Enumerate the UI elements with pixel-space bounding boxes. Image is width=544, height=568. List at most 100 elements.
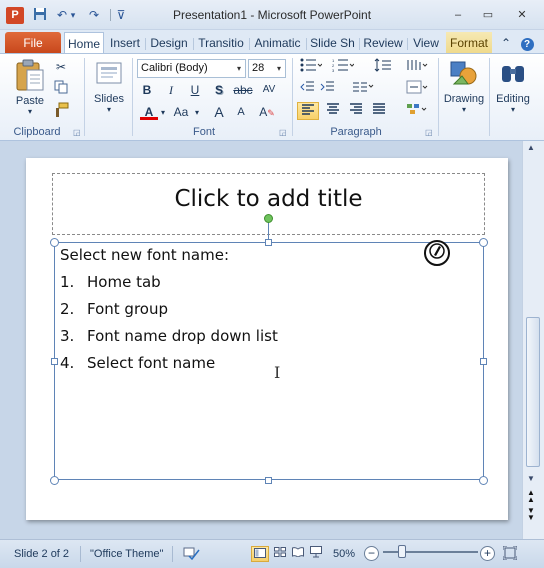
copy-icon[interactable] xyxy=(52,80,70,98)
zoom-level[interactable]: 50% xyxy=(333,548,355,560)
rotation-handle[interactable] xyxy=(264,214,273,223)
maximize-button[interactable]: ▭ xyxy=(476,6,500,24)
title-placeholder-text[interactable]: Click to add title xyxy=(52,186,485,212)
previous-slide-icon[interactable]: ▲ ▲ xyxy=(527,489,535,504)
normal-view-button[interactable] xyxy=(251,546,269,562)
paste-options-icon[interactable] xyxy=(424,240,450,266)
resize-handle-bottom-left[interactable] xyxy=(50,476,59,485)
editing-dropdown-icon[interactable]: ▾ xyxy=(491,105,535,114)
tab-file[interactable]: File xyxy=(5,32,61,54)
list-item-text: Font name drop down list xyxy=(87,327,278,345)
columns-button[interactable] xyxy=(350,80,376,98)
align-left-button[interactable] xyxy=(297,102,319,120)
bullets-button[interactable] xyxy=(298,58,324,76)
resize-handle-bottom[interactable] xyxy=(265,477,272,484)
slides-button[interactable]: Slides ▾ xyxy=(89,58,129,114)
justify-button[interactable] xyxy=(368,102,390,120)
resize-handle-top-left[interactable] xyxy=(50,238,59,247)
line-spacing-button[interactable] xyxy=(372,58,398,76)
paragraph-launcher-icon[interactable]: ◲ xyxy=(425,128,433,137)
resize-handle-top[interactable] xyxy=(265,239,272,246)
font-name-combo[interactable]: Calibri (Body) ▾ xyxy=(137,59,246,78)
tab-separator xyxy=(306,38,307,50)
clear-formatting-button[interactable]: A✎ xyxy=(256,103,278,121)
drawing-dropdown-icon[interactable]: ▾ xyxy=(441,105,487,114)
shadow-button[interactable]: S xyxy=(210,81,228,99)
ribbon-tab-row: File Home Insert Design Transitio Animat… xyxy=(0,30,544,54)
tab-view[interactable]: View xyxy=(410,32,442,54)
tab-format[interactable]: Format xyxy=(446,32,492,54)
change-case-dropdown-icon[interactable]: ▾ xyxy=(192,104,202,122)
zoom-out-button[interactable]: − xyxy=(364,546,379,561)
cut-icon[interactable]: ✂ xyxy=(52,58,70,76)
tab-separator xyxy=(145,38,146,50)
drawing-button[interactable]: Drawing ▾ xyxy=(441,58,487,114)
drawing-label: Drawing xyxy=(443,93,485,105)
close-button[interactable]: ✕ xyxy=(510,6,534,24)
slide-sorter-view-button[interactable] xyxy=(271,546,289,562)
character-spacing-button[interactable]: AV xyxy=(258,81,280,99)
change-case-button[interactable]: Aa xyxy=(170,103,192,121)
strikethrough-button[interactable]: abc xyxy=(232,81,254,99)
zoom-slider-thumb[interactable] xyxy=(398,545,406,558)
list-item: 2. Font group xyxy=(60,300,168,318)
underline-button[interactable]: U xyxy=(186,81,204,99)
status-separator xyxy=(172,546,173,562)
slide-count-status[interactable]: Slide 2 of 2 xyxy=(14,548,69,560)
decrease-indent-button[interactable] xyxy=(298,80,316,98)
list-item: 1. Home tab xyxy=(60,273,161,291)
fit-slide-to-window-icon[interactable] xyxy=(502,545,518,562)
theme-name-status[interactable]: "Office Theme" xyxy=(90,548,163,560)
paste-dropdown-icon[interactable]: ▾ xyxy=(10,107,50,116)
minimize-button[interactable]: – xyxy=(446,6,470,24)
resize-handle-left[interactable] xyxy=(51,358,58,365)
font-name-dropdown-icon[interactable]: ▾ xyxy=(234,60,244,77)
next-slide-icon[interactable]: ▼ ▼ xyxy=(527,507,535,522)
tab-review[interactable]: Review xyxy=(362,32,404,54)
slides-dropdown-icon[interactable]: ▾ xyxy=(89,105,129,114)
align-right-button[interactable] xyxy=(345,102,367,120)
shrink-font-button[interactable]: A xyxy=(232,103,250,121)
scroll-up-icon[interactable]: ▲ xyxy=(527,143,535,152)
tab-design[interactable]: Design xyxy=(148,32,190,54)
tab-home[interactable]: Home xyxy=(64,32,104,54)
scroll-down-icon[interactable]: ▼ xyxy=(527,474,535,483)
status-separator xyxy=(80,546,81,562)
paste-button[interactable]: Paste ▾ xyxy=(10,58,50,116)
help-icon[interactable]: ? xyxy=(518,32,536,54)
spelling-check-icon[interactable] xyxy=(180,546,202,562)
tab-insert[interactable]: Insert xyxy=(107,32,143,54)
tab-slide-show[interactable]: Slide Sh xyxy=(309,32,356,54)
slide-show-view-button[interactable] xyxy=(307,546,325,562)
grow-font-button[interactable]: A xyxy=(210,103,228,121)
reading-view-button[interactable] xyxy=(289,546,307,562)
vertical-scrollbar[interactable]: ▲ ▼ ▲ ▲ ▼ ▼ xyxy=(522,141,544,539)
resize-handle-right[interactable] xyxy=(480,358,487,365)
italic-button[interactable]: I xyxy=(162,81,180,99)
tab-transitions[interactable]: Transitio xyxy=(196,32,246,54)
text-direction-button[interactable] xyxy=(404,58,430,76)
zoom-in-button[interactable]: + xyxy=(480,546,495,561)
font-size-dropdown-icon[interactable]: ▾ xyxy=(274,60,284,77)
increase-indent-button[interactable] xyxy=(318,80,336,98)
font-launcher-icon[interactable]: ◲ xyxy=(279,128,287,137)
tab-animations[interactable]: Animatic xyxy=(252,32,303,54)
numbering-button[interactable]: 123 xyxy=(330,58,356,76)
resize-handle-top-right[interactable] xyxy=(479,238,488,247)
list-item-text: Home tab xyxy=(87,273,161,291)
align-center-button[interactable] xyxy=(322,102,344,120)
tab-separator xyxy=(359,38,360,50)
vertical-scroll-thumb[interactable] xyxy=(526,317,540,467)
font-color-button[interactable]: A xyxy=(140,103,158,120)
format-painter-icon[interactable] xyxy=(52,102,70,120)
smartart-button[interactable] xyxy=(404,102,430,120)
font-size-combo[interactable]: 28 ▾ xyxy=(248,59,286,78)
align-text-button[interactable] xyxy=(404,80,430,98)
resize-handle-bottom-right[interactable] xyxy=(479,476,488,485)
font-color-dropdown-icon[interactable]: ▾ xyxy=(158,104,168,122)
clipboard-launcher-icon[interactable]: ◲ xyxy=(73,128,81,137)
minimize-ribbon-icon[interactable]: ⌃ xyxy=(498,32,514,54)
editing-button[interactable]: Editing ▾ xyxy=(491,58,535,114)
bold-button[interactable]: B xyxy=(138,81,156,99)
list-number: 2. xyxy=(60,300,75,318)
